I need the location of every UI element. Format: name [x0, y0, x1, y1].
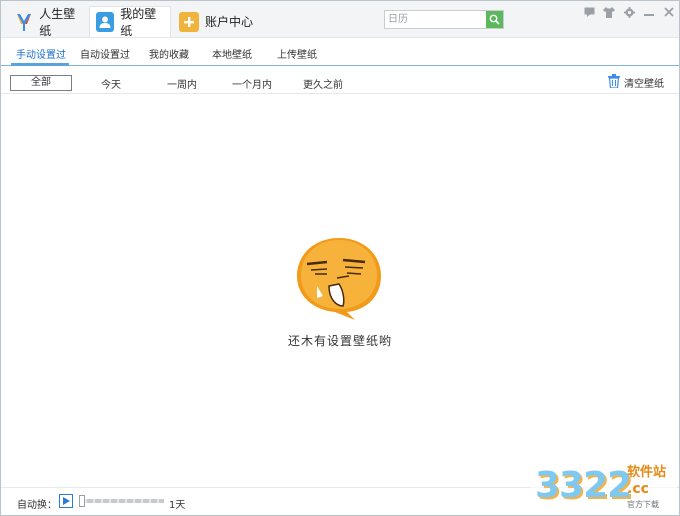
watermark-number: 3322: [535, 465, 632, 506]
subnav-local[interactable]: 本地壁纸: [212, 46, 252, 61]
subnav-upload[interactable]: 上传壁纸: [277, 46, 317, 61]
search-button[interactable]: [486, 11, 503, 28]
feedback-icon[interactable]: [582, 5, 596, 19]
watermark-site: 软件站: [627, 465, 667, 480]
search-icon: [489, 14, 500, 25]
tab-my-wallpaper[interactable]: 我的壁纸: [89, 6, 171, 38]
filter-older[interactable]: 更久之前: [303, 76, 343, 91]
trash-icon: [608, 74, 620, 91]
filter-row: 全部 今天 一周内 一个月内 更久之前 清空壁纸: [1, 72, 679, 94]
tab-life-wallpaper[interactable]: 人生壁纸: [9, 6, 89, 38]
subnav-favorites[interactable]: 我的收藏: [149, 46, 189, 61]
search-input[interactable]: [385, 11, 486, 28]
tab-life-label: 人生壁纸: [39, 6, 76, 38]
clear-label: 清空壁纸: [624, 79, 664, 90]
title-bar: 人生壁纸 我的壁纸 账户中心: [1, 1, 679, 38]
empty-state: 还木有设置壁纸哟: [1, 234, 679, 354]
clear-wallpapers-button[interactable]: 清空壁纸: [608, 74, 664, 91]
filter-week[interactable]: 一周内: [167, 76, 197, 91]
watermark-logo: 3322 软件站 .cc 官方下载: [531, 457, 677, 513]
interval-slider[interactable]: [79, 495, 164, 507]
app-window: 人生壁纸 我的壁纸 账户中心 日历 手动设置过 自动设置过 我的收藏 本地壁纸 …: [0, 0, 680, 516]
skin-icon[interactable]: [602, 5, 616, 19]
close-icon[interactable]: [662, 5, 676, 19]
slider-thumb[interactable]: [79, 495, 85, 507]
user-icon: [96, 12, 115, 32]
minimize-icon[interactable]: [642, 5, 656, 19]
play-button[interactable]: [59, 494, 73, 508]
app-logo-icon: [15, 12, 33, 32]
watermark-small-text: 官方下载: [627, 500, 659, 509]
tab-mine-label: 我的壁纸: [120, 7, 157, 38]
empty-state-message: 还木有设置壁纸哟: [287, 334, 392, 348]
subnav-manual-set[interactable]: 手动设置过: [16, 46, 66, 61]
subnav-active-indicator: [11, 63, 69, 66]
settings-icon[interactable]: [622, 5, 636, 19]
tab-account-label: 账户中心: [205, 15, 254, 29]
play-icon: [63, 497, 70, 505]
sub-navigation: 手动设置过 自动设置过 我的收藏 本地壁纸 上传壁纸: [1, 39, 679, 66]
interval-value: 1天: [169, 500, 186, 511]
auto-change-label: 自动换：: [17, 500, 57, 511]
plus-icon: [179, 11, 199, 32]
filter-month[interactable]: 一个月内: [232, 76, 272, 91]
subnav-auto-set[interactable]: 自动设置过: [80, 46, 130, 61]
search-box: [384, 10, 504, 29]
crying-face-icon: [297, 238, 381, 320]
watermark-domain: .cc: [627, 481, 649, 497]
tab-account-center[interactable]: 账户中心: [173, 6, 259, 37]
filter-all[interactable]: 全部: [10, 75, 72, 91]
filter-today[interactable]: 今天: [101, 76, 121, 91]
